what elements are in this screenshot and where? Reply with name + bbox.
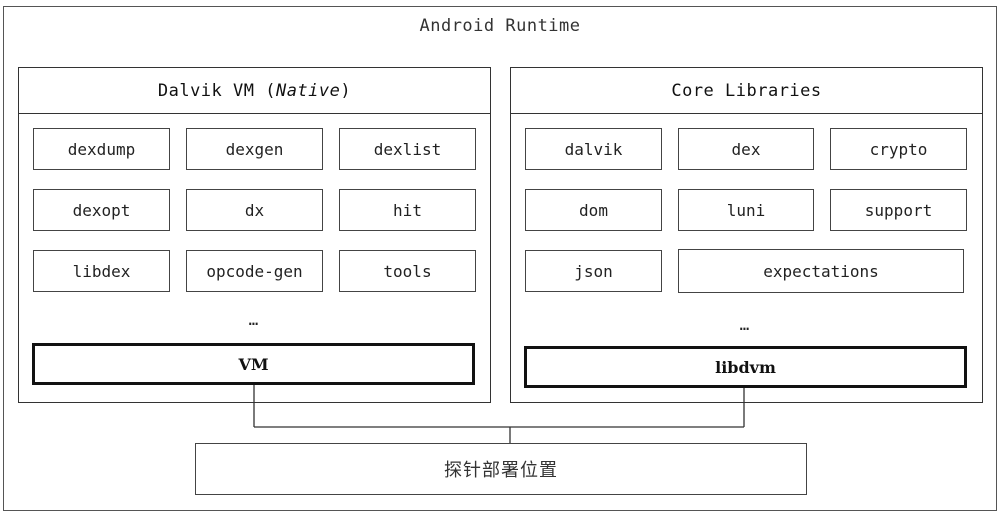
probe-deployment-location-box: 探针部署位置 [195,443,807,495]
connector-lines [253,385,745,443]
